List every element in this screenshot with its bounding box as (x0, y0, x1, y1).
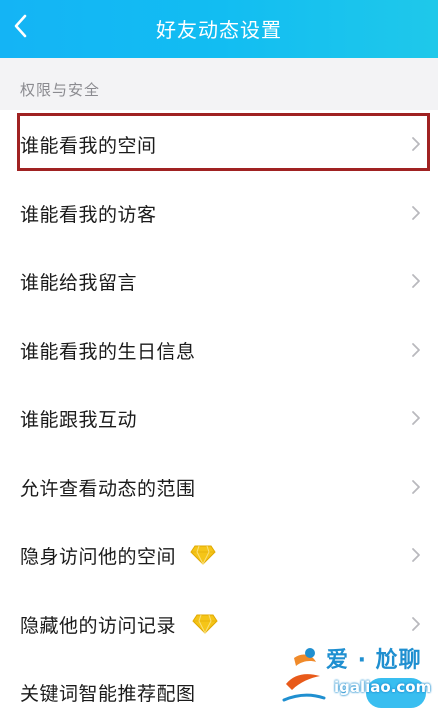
settings-item-label: 谁能看我的空间 (20, 135, 157, 157)
settings-item-label: 谁能给我留言 (20, 272, 138, 294)
settings-item-invisible-visit[interactable]: 隐身访问他的空间 (0, 521, 438, 590)
chevron-right-icon (412, 274, 420, 288)
chevron-right-icon (412, 411, 420, 425)
diamond-icon (190, 545, 216, 565)
settings-list: 谁能看我的空间 谁能看我的访客 谁能给我留言 谁能看我的生日信息 谁能跟我互动 … (0, 110, 438, 727)
settings-item-label: 关键词智能推荐配图 (20, 683, 196, 705)
watermark: 爱 · 尬聊 igaliao.com (278, 640, 438, 710)
settings-item-label: 允许查看动态的范围 (20, 477, 196, 500)
chevron-right-icon (412, 342, 420, 357)
settings-item-label: 隐身访问他的空间 (20, 546, 177, 568)
settings-item-label: 谁能看我的生日信息 (20, 340, 196, 363)
chevron-right-icon (412, 548, 420, 562)
chevron-right-icon (412, 479, 420, 494)
diamond-icon (192, 614, 218, 634)
settings-item-label: 谁能看我的访客 (20, 203, 157, 226)
watermark-logo-icon (282, 648, 326, 702)
chevron-right-icon (412, 137, 420, 151)
settings-item-who-can-view-visitors[interactable]: 谁能看我的访客 (0, 178, 438, 247)
watermark-text: 爱 · 尬聊 (326, 648, 422, 673)
settings-item-label: 谁能跟我互动 (20, 409, 138, 431)
settings-item-who-can-view-space[interactable]: 谁能看我的空间 (0, 110, 438, 179)
chevron-right-icon (412, 205, 420, 220)
chevron-right-icon (412, 616, 420, 631)
section-title: 权限与安全 (20, 81, 101, 99)
settings-item-who-can-leave-messages[interactable]: 谁能给我留言 (0, 247, 438, 316)
nav-bar: 好友动态设置 (0, 0, 438, 58)
settings-item-who-can-view-birthday[interactable]: 谁能看我的生日信息 (0, 315, 438, 384)
watermark-url: igaliao.com (334, 678, 432, 696)
settings-item-label: 隐藏他的访问记录 (20, 614, 177, 637)
settings-item-feed-visibility-range[interactable]: 允许查看动态的范围 (0, 452, 438, 521)
section-header: 权限与安全 (0, 58, 438, 110)
page-title: 好友动态设置 (156, 18, 282, 42)
settings-item-who-can-interact[interactable]: 谁能跟我互动 (0, 384, 438, 453)
